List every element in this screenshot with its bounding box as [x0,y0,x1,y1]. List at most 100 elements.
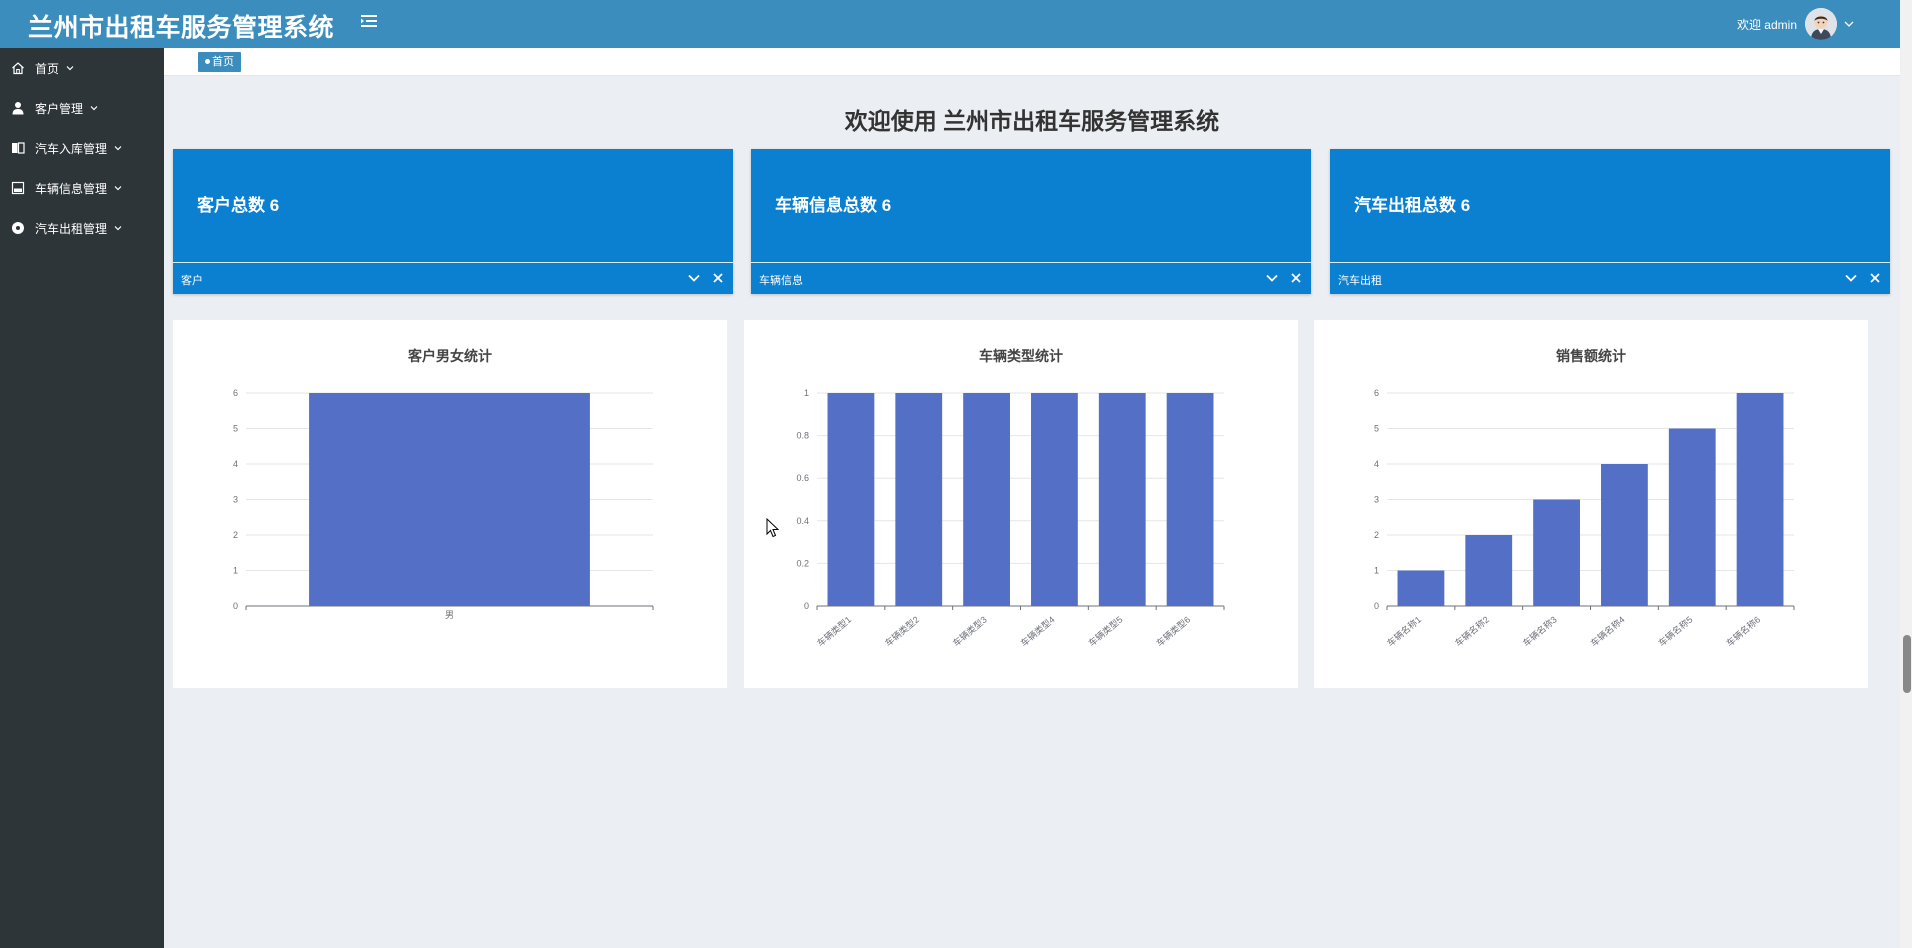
sidebar-item-label: 汽车入库管理 [35,141,108,156]
close-icon[interactable] [1868,271,1882,285]
user-avatar-icon[interactable] [1805,8,1837,40]
sidebar-item-home[interactable]: 首页 [0,48,164,88]
close-icon[interactable] [711,271,725,285]
page-scrollbar[interactable] [1900,0,1912,948]
chart-panel-sales: 销售额统计 0 1 2 3 4 5 6 车辆名称1 车辆名称2 车辆名称3 车辆名称4 车辆名称5 车辆… [1314,320,1868,688]
x-tick-label: 车辆类型1 [815,614,853,649]
x-tick-label: 车辆名称1 [1385,614,1423,649]
tab-label: 首页 [212,56,234,68]
y-tick-label: 1 [804,388,809,398]
stat-card-footer: 汽车出租 [1330,262,1890,294]
x-tick-label: 车辆名称2 [1452,614,1490,649]
y-tick-label: 2 [233,530,238,540]
image-icon [11,181,25,195]
home-icon [11,61,25,75]
bar [1166,393,1214,606]
x-tick-label: 车辆类型2 [882,614,920,649]
welcome-text: 欢迎 admin [1736,17,1797,32]
user-icon [11,101,25,115]
x-tick-label: 车辆类型3 [950,614,988,649]
chart-panel-gender: 客户男女统计 0123456男 [173,320,727,688]
collapse-chevron-icon[interactable] [687,271,701,285]
bar [963,393,1010,606]
y-tick-label: 3 [1374,495,1379,505]
active-dot-icon [205,58,210,64]
y-tick-label: 0 [1374,601,1379,611]
stat-card-label: 车辆信息 [759,275,803,287]
x-tick-label: 车辆名称6 [1724,614,1762,649]
record-icon [11,221,25,235]
mouse-cursor-icon [766,518,780,538]
y-tick-label: 0.8 [796,431,809,441]
bar [1736,393,1784,606]
user-menu[interactable]: 欢迎 admin [1737,4,1855,44]
x-tick-label: 车辆名称4 [1588,614,1626,649]
book-icon [11,141,25,155]
stat-card-customers: 客户总数 6 客户 [173,149,733,294]
sidebar-item-customers[interactable]: 客户管理 [0,88,164,128]
y-tick-label: 5 [233,424,238,434]
sidebar-item-label: 汽车出租管理 [35,221,108,236]
x-tick-label: 男 [445,610,454,620]
sidebar-item-label: 客户管理 [35,101,84,116]
x-tick-label: 车辆类型4 [1018,614,1056,649]
sidebar-item-car-stock[interactable]: 汽车入库管理 [0,128,164,168]
chevron-down-icon [114,146,122,151]
top-header: 兰州市出租车服务管理系统 欢迎 admin [0,0,1900,48]
sidebar-item-vehicle-info[interactable]: 车辆信息管理 [0,168,164,208]
x-tick-label: 车辆名称5 [1656,614,1694,649]
stat-value: 车辆信息总数 6 [775,196,892,215]
y-tick-label: 0 [804,601,809,611]
y-tick-label: 6 [1374,388,1379,398]
stat-value: 客户总数 6 [197,196,280,215]
y-tick-label: 5 [1374,424,1379,434]
bar [895,393,943,606]
collapse-chevron-icon[interactable] [1265,271,1279,285]
y-tick-label: 1 [1374,566,1379,576]
app-title: 兰州市出租车服务管理系统 [28,14,335,42]
bar-chart-gender: 0 1 2 3 4 5 6 男 [233,388,654,620]
y-tick-label: 6 [233,388,238,398]
bar [827,393,875,606]
chevron-down-icon [90,106,98,111]
tab-bar: 首页 [164,48,1900,76]
stat-card-footer: 客户 [173,262,733,294]
sidebar: 首页 客户管理 汽车入库管理 车辆信息管理 汽车出租管理 [0,48,164,948]
bar [1668,428,1716,606]
stat-card-rentals: 汽车出租总数 6 汽车出租 [1330,149,1890,294]
scrollbar-thumb[interactable] [1903,635,1911,693]
y-tick-label: 3 [233,495,238,505]
y-tick-label: 0.6 [796,473,809,483]
stat-card-vehicles: 车辆信息总数 6 车辆信息 [751,149,1311,294]
stat-card-footer: 车辆信息 [751,262,1311,294]
bar-chart-sales: 0 1 2 3 4 5 6 车辆名称1 车辆名称2 车辆名称3 车辆名称4 车辆名称5 车辆名称6 [1374,388,1795,649]
close-icon[interactable] [1289,271,1303,285]
chevron-down-icon [1844,21,1854,27]
x-tick-label: 车辆类型5 [1086,614,1124,649]
chevron-down-icon [114,226,122,231]
bar-chart-vehicle-type: 0 0.2 0.4 0.6 0.8 1 车辆类型1 车辆类型2 车辆类型3 车辆类型4 车辆类型5 车… [796,388,1225,649]
sidebar-item-label: 首页 [35,61,60,76]
collapse-chevron-icon[interactable] [1844,271,1858,285]
y-tick-label: 1 [233,566,238,576]
bar [1098,393,1146,606]
sidebar-item-label: 车辆信息管理 [35,181,108,196]
chevron-down-icon [114,186,122,191]
stat-card-label: 汽车出租 [1338,275,1382,287]
bar [1601,464,1648,606]
y-tick-label: 4 [233,459,238,469]
tab-home[interactable]: 首页 [198,52,241,72]
chart-panel-vehicle-type: 车辆类型统计 0 0.2 0.4 0.6 0.8 1 车辆类型1 车辆类型2 车辆类型3 车辆类型… [744,320,1298,688]
bar [1465,535,1513,606]
y-tick-label: 0 [233,601,238,611]
stat-card-label: 客户 [181,275,203,287]
y-tick-label: 0.2 [796,558,809,568]
y-tick-label: 2 [1374,530,1379,540]
sidebar-item-car-rental[interactable]: 汽车出租管理 [0,208,164,248]
bar [1533,499,1580,606]
stat-value: 汽车出租总数 6 [1354,196,1471,215]
y-tick-label: 0.4 [796,516,809,526]
menu-fold-icon[interactable] [360,12,378,30]
y-tick-label: 4 [1374,459,1379,469]
bar [1031,393,1078,606]
